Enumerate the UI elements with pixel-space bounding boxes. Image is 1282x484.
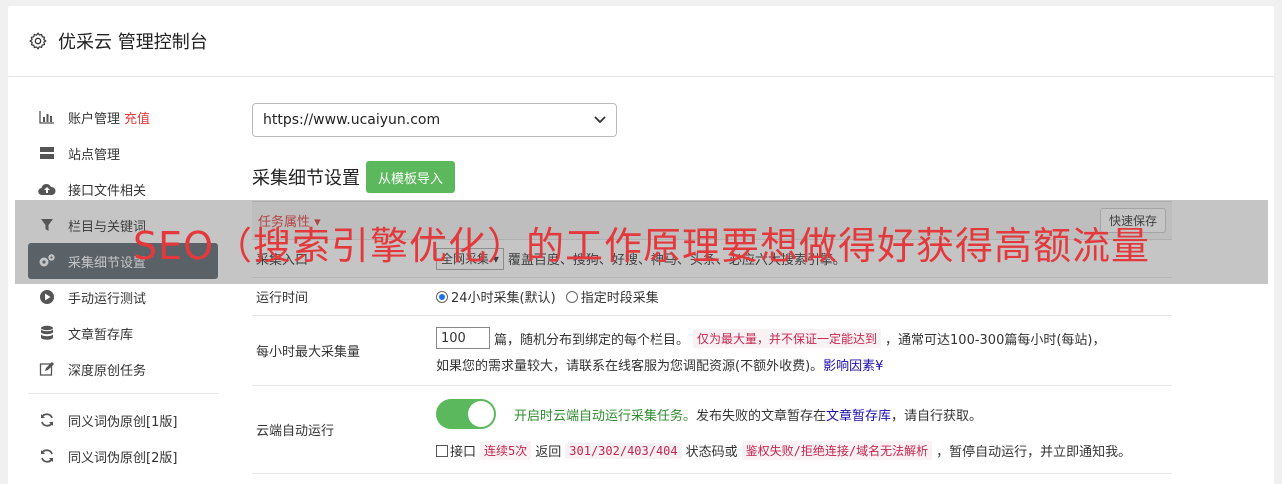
cloud-code-2: 301/302/403/404 <box>565 442 682 459</box>
cloud-cond-3: 状态码或 <box>685 445 738 460</box>
radio-24h-label: 24小时采集(默认) <box>451 291 556 306</box>
bar-chart-icon <box>38 108 56 126</box>
top-bar: 优采云 管理控制台 <box>8 6 1274 76</box>
radio-scheduled-label: 指定时段采集 <box>580 291 659 306</box>
refresh-icon <box>38 411 56 429</box>
max-text-2: ，通常可达100-300篇每小时(每站)， <box>885 332 1106 348</box>
page-title: 优采云 管理控制台 <box>58 32 208 53</box>
sidebar-item-label: 站点管理 <box>68 147 121 163</box>
radio-24h[interactable] <box>436 290 448 303</box>
chevron-down-icon <box>594 116 606 124</box>
cloud-text-1: 开启时云端自动运行采集任务。 <box>514 408 697 424</box>
max-warning-code: 仅为最大量，并不保证一定能达到 <box>693 328 882 348</box>
cloud-cond-1: 接口 <box>450 445 477 460</box>
import-template-button[interactable]: 从模板导入 <box>366 161 456 193</box>
site-select-value: https://www.ucaiyun.com <box>263 112 441 128</box>
cloud-auto-run-toggle[interactable] <box>436 399 496 429</box>
sidebar-item-synonym-v1[interactable]: 同义词伪原创[1版] <box>28 402 218 438</box>
sidebar-item-label: 账户管理 <box>68 111 121 127</box>
edit-icon <box>38 360 56 378</box>
cloud-text-3: ，请自行获取。 <box>891 408 983 424</box>
section-header: 采集细节设置 从模板导入 <box>252 161 1172 193</box>
sidebar-item-account[interactable]: 账户管理 充值 <box>28 99 218 135</box>
sidebar-item-article-storage[interactable]: 文章暂存库 <box>28 315 218 351</box>
sidebar-item-synonym-v2[interactable]: 同义词伪原创[2版] <box>28 438 218 474</box>
watermark-banner: SEO（搜索引擎优化）的工作原理要想做得好获得高额流量 <box>15 200 1268 284</box>
main-content: https://www.ucaiyun.com 采集细节设置 从模板导入 任务属… <box>252 103 1172 474</box>
refresh-icon <box>38 447 56 465</box>
site-select[interactable]: https://www.ucaiyun.com <box>252 103 617 137</box>
recharge-link[interactable]: 充值 <box>124 108 150 127</box>
max-per-hour-input[interactable]: 100 <box>436 327 490 349</box>
radio-scheduled[interactable] <box>565 290 578 303</box>
section-title: 采集细节设置 <box>252 168 360 189</box>
sidebar: 账户管理 充值 站点管理 接口文件相关 栏目与关键词 采集细节设置 手动运行测试… <box>28 99 218 474</box>
max-text-1: 篇，随机分布到绑定的每个栏目。 <box>494 332 690 348</box>
cloud-code-1: 连续5次 <box>480 441 532 460</box>
row-label: 云端自动运行 <box>256 424 335 439</box>
sidebar-item-label: 手动运行测试 <box>68 291 147 307</box>
sidebar-item-label: 深度原创任务 <box>68 363 147 379</box>
influence-factors-link[interactable]: 影响因素¥ <box>823 355 883 374</box>
row-label: 每小时最大采集量 <box>256 345 361 360</box>
sidebar-item-label: 接口文件相关 <box>68 183 147 199</box>
gear-icon <box>29 32 47 50</box>
cloud-upload-icon <box>38 180 56 198</box>
sidebar-item-sites[interactable]: 站点管理 <box>28 135 218 171</box>
article-storage-link[interactable]: 文章暂存库 <box>826 405 891 424</box>
cloud-cond-4: ，暂停自动运行，并立即通知我。 <box>936 445 1132 460</box>
cloud-cond-2: 返回 <box>535 445 562 460</box>
server-icon <box>38 144 56 162</box>
max-text-3: 如果您的需求量较大，请联系在线客服为您调配资源(不额外收费)。 <box>436 359 824 374</box>
sidebar-item-label: 同义词伪原创[1版] <box>68 414 178 430</box>
play-circle-icon <box>38 288 56 306</box>
sidebar-item-manual-run[interactable]: 手动运行测试 <box>28 279 218 315</box>
cloud-text-2: 发布失败的文章暂存在 <box>696 408 827 424</box>
database-icon <box>38 324 56 342</box>
sidebar-item-deep-original[interactable]: 深度原创任务 <box>28 351 218 387</box>
watermark-text: SEO（搜索引擎优化）的工作原理要想做得好获得高额流量 <box>132 223 1151 268</box>
notify-checkbox[interactable] <box>436 444 448 457</box>
sidebar-item-label: 文章暂存库 <box>68 327 134 343</box>
sidebar-item-label: 同义词伪原创[2版] <box>68 450 178 466</box>
row-max-per-hour: 每小时最大采集量 100 篇，随机分布到绑定的每个栏目。 仅为最大量，并不保证一… <box>252 316 1172 386</box>
row-cloud-auto-run: 云端自动运行 开启时云端自动运行采集任务。 发布失败的文章暂存在 文章暂存库 ，… <box>252 386 1172 474</box>
cloud-code-3: 鉴权失败/拒绝连接/域名无法解析 <box>741 441 933 460</box>
sidebar-divider <box>28 393 218 394</box>
